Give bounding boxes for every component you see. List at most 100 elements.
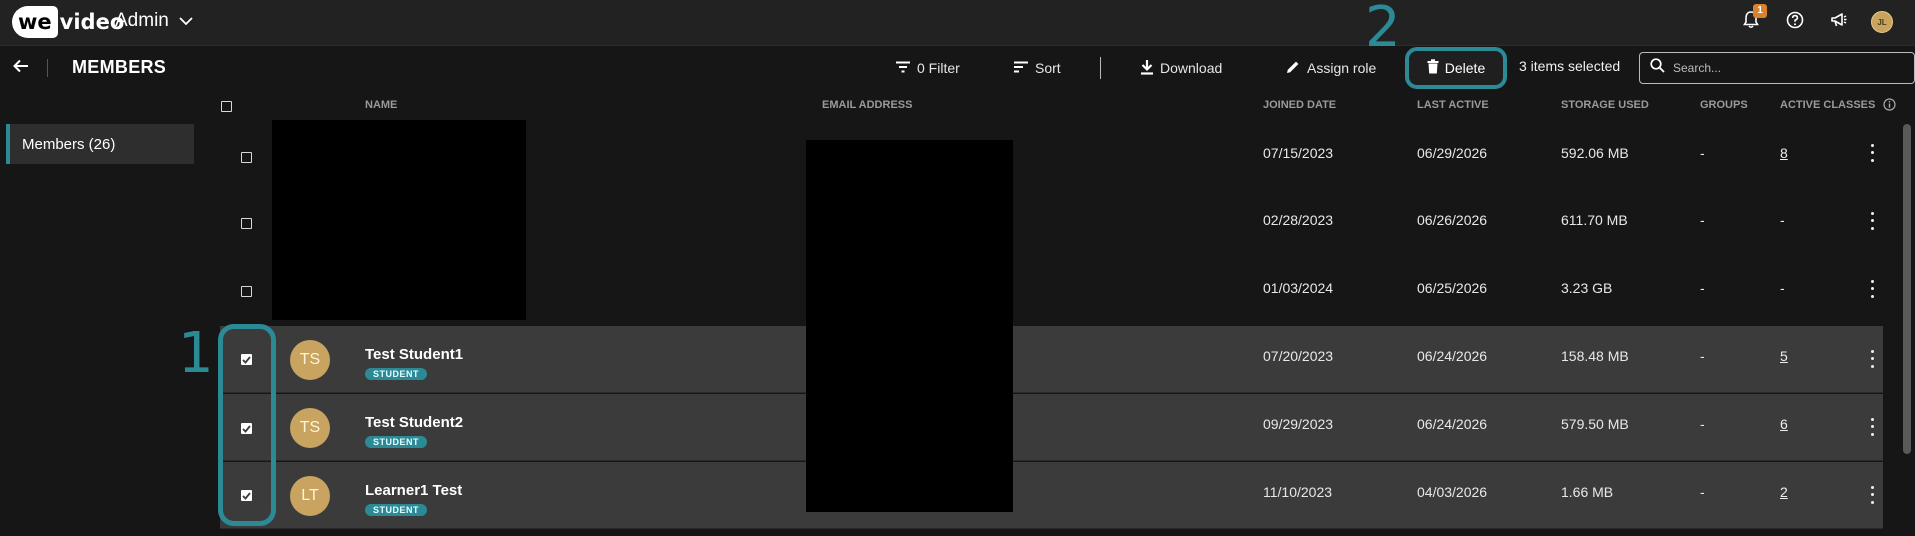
column-header-storage-used[interactable]: STORAGE USED	[1561, 99, 1649, 111]
table-row[interactable]: LT Learner1 Test STUDENT 11/10/2023 04/0…	[220, 462, 1883, 529]
groups-value: -	[1700, 348, 1705, 364]
help-button[interactable]	[1783, 10, 1807, 34]
more-options-icon[interactable]	[1868, 416, 1876, 438]
page-header: MEMBERS 0 Filter Sort Download Assign ro…	[0, 47, 1915, 89]
joined-date: 09/29/2023	[1263, 416, 1334, 432]
row-checkbox[interactable]	[241, 218, 252, 229]
groups-value: -	[1700, 280, 1705, 296]
last-active: 04/03/2026	[1417, 484, 1488, 500]
info-icon[interactable]	[1883, 98, 1896, 114]
arrow-left-icon	[13, 59, 29, 78]
groups-value: -	[1700, 416, 1705, 432]
more-options-icon[interactable]	[1868, 348, 1876, 370]
column-header-joined-date[interactable]: JOINED DATE	[1263, 99, 1336, 111]
joined-date: 02/28/2023	[1263, 212, 1334, 228]
active-classes-link[interactable]: 6	[1780, 416, 1788, 432]
avatar: TS	[290, 340, 330, 380]
logo-we: we	[12, 6, 58, 38]
more-options-icon[interactable]	[1868, 278, 1876, 300]
role-badge: STUDENT	[365, 504, 427, 516]
header-divider	[47, 59, 48, 77]
search-field[interactable]	[1639, 52, 1915, 84]
redacted-names	[272, 120, 526, 320]
column-header-groups[interactable]: GROUPS	[1700, 99, 1748, 111]
active-classes-link[interactable]: 8	[1780, 145, 1788, 161]
storage-used: 1.66 MB	[1561, 484, 1614, 500]
column-header-active-classes[interactable]: ACTIVE CLASSES	[1780, 99, 1875, 111]
joined-date: 11/10/2023	[1263, 484, 1333, 500]
avatar: TS	[290, 408, 330, 448]
notification-badge: 1	[1753, 4, 1767, 18]
storage-used: 579.50 MB	[1561, 416, 1629, 432]
storage-used: 3.23 GB	[1561, 280, 1613, 296]
active-classes-link[interactable]: 2	[1780, 484, 1788, 500]
page-title: MEMBERS	[72, 57, 167, 77]
role-badge: STUDENT	[365, 436, 427, 448]
row-checkbox[interactable]	[241, 286, 252, 297]
avatar: LT	[290, 476, 330, 516]
groups-value: -	[1700, 212, 1705, 228]
toolbar-divider	[1100, 57, 1101, 79]
search-icon	[1650, 58, 1665, 78]
member-name[interactable]: Test Student2	[365, 414, 463, 431]
last-active: 06/25/2026	[1417, 280, 1488, 296]
table-row[interactable]: TS Test Student2 STUDENT 09/29/2023 06/2…	[220, 394, 1883, 461]
workspace-label: Admin	[115, 10, 169, 31]
wevideo-logo[interactable]: we video	[12, 6, 124, 38]
filter-button[interactable]: 0 Filter	[895, 57, 960, 79]
table-row[interactable]: TS Test Student1 STUDENT 07/20/2023 06/2…	[220, 326, 1883, 393]
active-classes-value: -	[1780, 280, 1785, 296]
sidebar-item-members[interactable]: Members (26)	[6, 124, 194, 164]
member-name[interactable]: Test Student1	[365, 346, 463, 363]
download-icon	[1140, 59, 1154, 78]
storage-used: 592.06 MB	[1561, 145, 1629, 161]
announcements-button[interactable]	[1827, 10, 1851, 34]
last-active: 06/26/2026	[1417, 212, 1488, 228]
more-options-icon[interactable]	[1868, 210, 1876, 232]
groups-value: -	[1700, 145, 1705, 161]
user-avatar[interactable]: JL	[1871, 11, 1893, 33]
column-header-email[interactable]: EMAIL ADDRESS	[822, 99, 912, 111]
workspace-switcher[interactable]: Admin	[115, 10, 193, 32]
groups-value: -	[1700, 484, 1705, 500]
delete-button[interactable]: Delete	[1405, 47, 1507, 89]
annotation-highlight-checkboxes	[218, 324, 276, 526]
column-header-name[interactable]: NAME	[365, 99, 397, 111]
active-classes-value: -	[1780, 212, 1785, 228]
annotation-step-1: 1	[178, 321, 214, 386]
joined-date: 07/15/2023	[1263, 145, 1334, 161]
storage-used: 611.70 MB	[1561, 212, 1628, 228]
trash-icon	[1427, 59, 1439, 77]
select-all-checkbox[interactable]	[221, 101, 232, 112]
megaphone-icon	[1830, 11, 1848, 34]
chevron-down-icon	[179, 10, 193, 32]
last-active: 06/29/2026	[1417, 145, 1488, 161]
role-badge: STUDENT	[365, 368, 427, 380]
selection-count: 3 items selected	[1519, 58, 1621, 74]
filter-label: 0 Filter	[917, 60, 960, 76]
more-options-icon[interactable]	[1868, 484, 1876, 506]
sort-icon	[1013, 60, 1029, 76]
table-header: NAME EMAIL ADDRESS JOINED DATE LAST ACTI…	[220, 90, 1896, 120]
notifications-button[interactable]: 1	[1739, 4, 1767, 34]
sort-button[interactable]: Sort	[1013, 57, 1061, 79]
joined-date: 07/20/2023	[1263, 348, 1334, 364]
help-icon	[1786, 11, 1804, 34]
column-header-last-active[interactable]: LAST ACTIVE	[1417, 99, 1489, 111]
delete-label: Delete	[1444, 60, 1486, 76]
joined-date: 01/03/2024	[1263, 280, 1334, 296]
assign-role-button[interactable]: Assign role	[1285, 57, 1376, 79]
active-classes-link[interactable]: 5	[1780, 348, 1788, 364]
back-button[interactable]	[10, 57, 32, 79]
redacted-emails	[806, 140, 1013, 512]
search-input[interactable]	[1673, 61, 1893, 75]
row-checkbox[interactable]	[241, 152, 252, 163]
storage-used: 158.48 MB	[1561, 348, 1629, 364]
member-name[interactable]: Learner1 Test	[365, 482, 462, 499]
annotation-step-2: 2	[1365, 0, 1401, 60]
filter-icon	[895, 60, 911, 76]
more-options-icon[interactable]	[1868, 142, 1876, 164]
sort-label: Sort	[1035, 60, 1061, 76]
table-scrollbar[interactable]	[1903, 124, 1911, 454]
download-button[interactable]: Download	[1140, 57, 1222, 79]
